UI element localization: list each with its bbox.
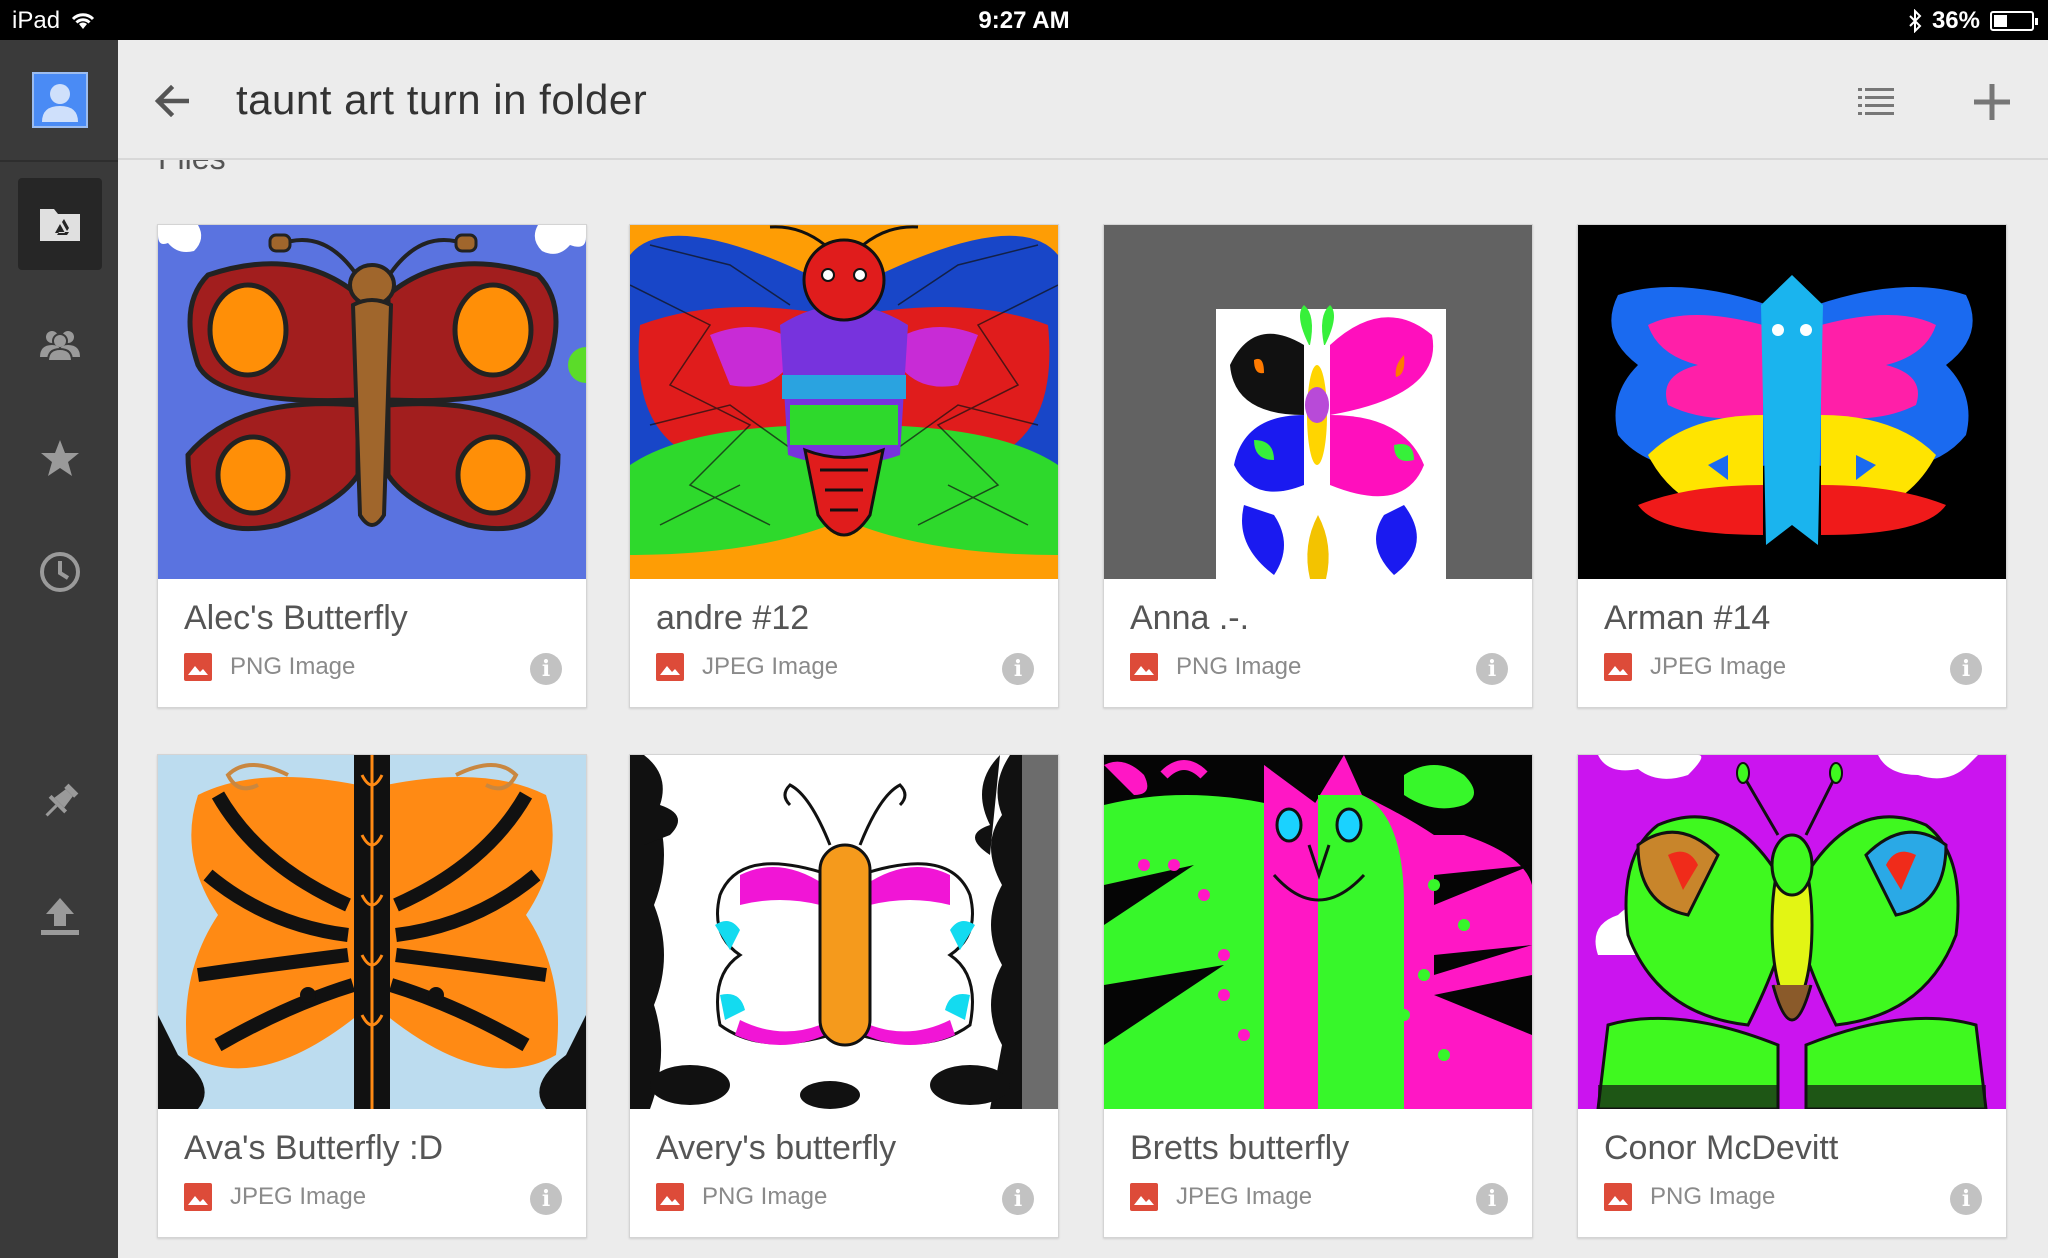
file-type-row: PNG Image (184, 653, 355, 681)
image-file-icon (1130, 653, 1158, 681)
upload-icon (41, 898, 79, 935)
info-button[interactable]: i (1950, 653, 1982, 685)
folder-title: taunt art turn in folder (236, 76, 648, 123)
sidebar-item-offline[interactable] (18, 756, 102, 848)
starred-icon (41, 440, 79, 476)
file-type-row: PNG Image (1130, 653, 1301, 681)
info-icon: i (1961, 656, 1971, 682)
file-card[interactable]: andre #12 JPEG Image i (629, 224, 1059, 708)
file-type-label: PNG Image (1176, 653, 1302, 680)
file-thumbnail (1104, 225, 1532, 579)
file-type-label: JPEG Image (702, 653, 839, 680)
back-button[interactable] (146, 76, 196, 126)
file-card[interactable]: Arman #14 JPEG Image i (1577, 224, 2007, 708)
info-button[interactable]: i (1950, 1183, 1982, 1215)
section-label: Files (158, 160, 226, 177)
file-name: andre #12 (656, 599, 810, 637)
file-type-label: JPEG Image (1650, 653, 1787, 680)
file-type-label: JPEG Image (230, 1183, 367, 1210)
sidebar-item-starred[interactable] (18, 412, 102, 504)
info-icon: i (1013, 656, 1023, 682)
file-name: Ava's Butterfly :D (184, 1129, 444, 1167)
file-name: Bretts butterfly (1130, 1129, 1350, 1167)
info-button[interactable]: i (1476, 653, 1508, 685)
file-card[interactable]: Avery's butterfly PNG Image i (629, 754, 1059, 1238)
status-bar: iPad 9:27 AM 36% (0, 0, 2048, 40)
account-avatar-icon (32, 72, 88, 128)
shared-with-me-icon (40, 331, 80, 361)
info-icon: i (1487, 1186, 1497, 1212)
file-name: Anna .-. (1130, 599, 1250, 637)
back-arrow-icon (154, 85, 189, 117)
list-view-icon (1858, 88, 1894, 115)
file-thumbnail (158, 755, 586, 1109)
file-type-label: PNG Image (1650, 1183, 1776, 1210)
add-button[interactable] (1964, 74, 2020, 130)
info-button[interactable]: i (1002, 1183, 1034, 1215)
my-drive-icon (40, 209, 80, 241)
list-view-button[interactable] (1848, 76, 1904, 126)
info-icon: i (1013, 1186, 1023, 1212)
file-name: Arman #14 (1604, 599, 1771, 637)
file-type-label: PNG Image (230, 653, 356, 680)
file-type-row: PNG Image (656, 1183, 827, 1211)
file-card[interactable]: Alec's Butterfly PNG Image i (157, 224, 587, 708)
battery-percent: 36% (1931, 7, 1980, 34)
file-thumbnail (1578, 225, 2006, 579)
file-name: Conor McDevitt (1604, 1129, 1839, 1167)
file-grid-area: Files (118, 160, 2048, 1258)
info-button[interactable]: i (1476, 1183, 1508, 1215)
sidebar-item-shared[interactable] (18, 298, 102, 390)
file-name: Alec's Butterfly (184, 599, 408, 637)
info-icon: i (1487, 656, 1497, 682)
file-name: Avery's butterfly (656, 1129, 897, 1167)
file-card[interactable]: Bretts butterfly JPEG Image i (1103, 754, 1533, 1238)
sidebar-divider (0, 160, 118, 162)
image-file-icon (184, 1183, 212, 1211)
image-file-icon (1604, 653, 1632, 681)
clock: 9:27 AM (978, 7, 1070, 34)
info-button[interactable]: i (530, 1183, 562, 1215)
info-icon: i (1961, 1186, 1971, 1212)
offline-pin-icon (45, 783, 79, 817)
info-button[interactable]: i (530, 653, 562, 685)
file-card[interactable]: Conor McDevitt PNG Image i (1577, 754, 2007, 1238)
file-thumbnail (1104, 755, 1532, 1109)
file-thumbnail (1578, 755, 2006, 1109)
image-file-icon (1130, 1183, 1158, 1211)
bluetooth-icon (1909, 9, 1922, 33)
file-type-label: PNG Image (702, 1183, 828, 1210)
plus-icon (1974, 84, 2010, 120)
sidebar-item-my-drive[interactable] (18, 178, 102, 270)
image-file-icon (184, 653, 212, 681)
sidebar-item-recent[interactable] (18, 526, 102, 618)
info-icon: i (541, 1186, 551, 1212)
sidebar-item-upload[interactable] (18, 870, 102, 962)
file-thumbnail (158, 225, 586, 579)
file-thumbnail (630, 755, 1058, 1109)
image-file-icon (656, 653, 684, 681)
file-type-row: JPEG Image (184, 1183, 366, 1211)
account-button[interactable] (18, 54, 102, 146)
battery-icon (1990, 11, 2038, 31)
info-icon: i (541, 656, 551, 682)
file-type-row: JPEG Image (1130, 1183, 1312, 1211)
recent-icon (40, 552, 80, 592)
info-button[interactable]: i (1002, 653, 1034, 685)
file-thumbnail (630, 225, 1058, 579)
file-type-label: JPEG Image (1176, 1183, 1313, 1210)
image-file-icon (656, 1183, 684, 1211)
status-indicators: 36% (1908, 7, 2038, 35)
file-card[interactable]: Ava's Butterfly :D JPEG Image i (157, 754, 587, 1238)
file-type-row: JPEG Image (656, 653, 838, 681)
file-type-row: JPEG Image (1604, 653, 1786, 681)
file-type-row: PNG Image (1604, 1183, 1775, 1211)
image-file-icon (1604, 1183, 1632, 1211)
app-header: taunt art turn in folder (118, 40, 2048, 160)
sidebar (0, 40, 118, 1258)
file-card[interactable]: Anna .-. PNG Image i (1103, 224, 1533, 708)
